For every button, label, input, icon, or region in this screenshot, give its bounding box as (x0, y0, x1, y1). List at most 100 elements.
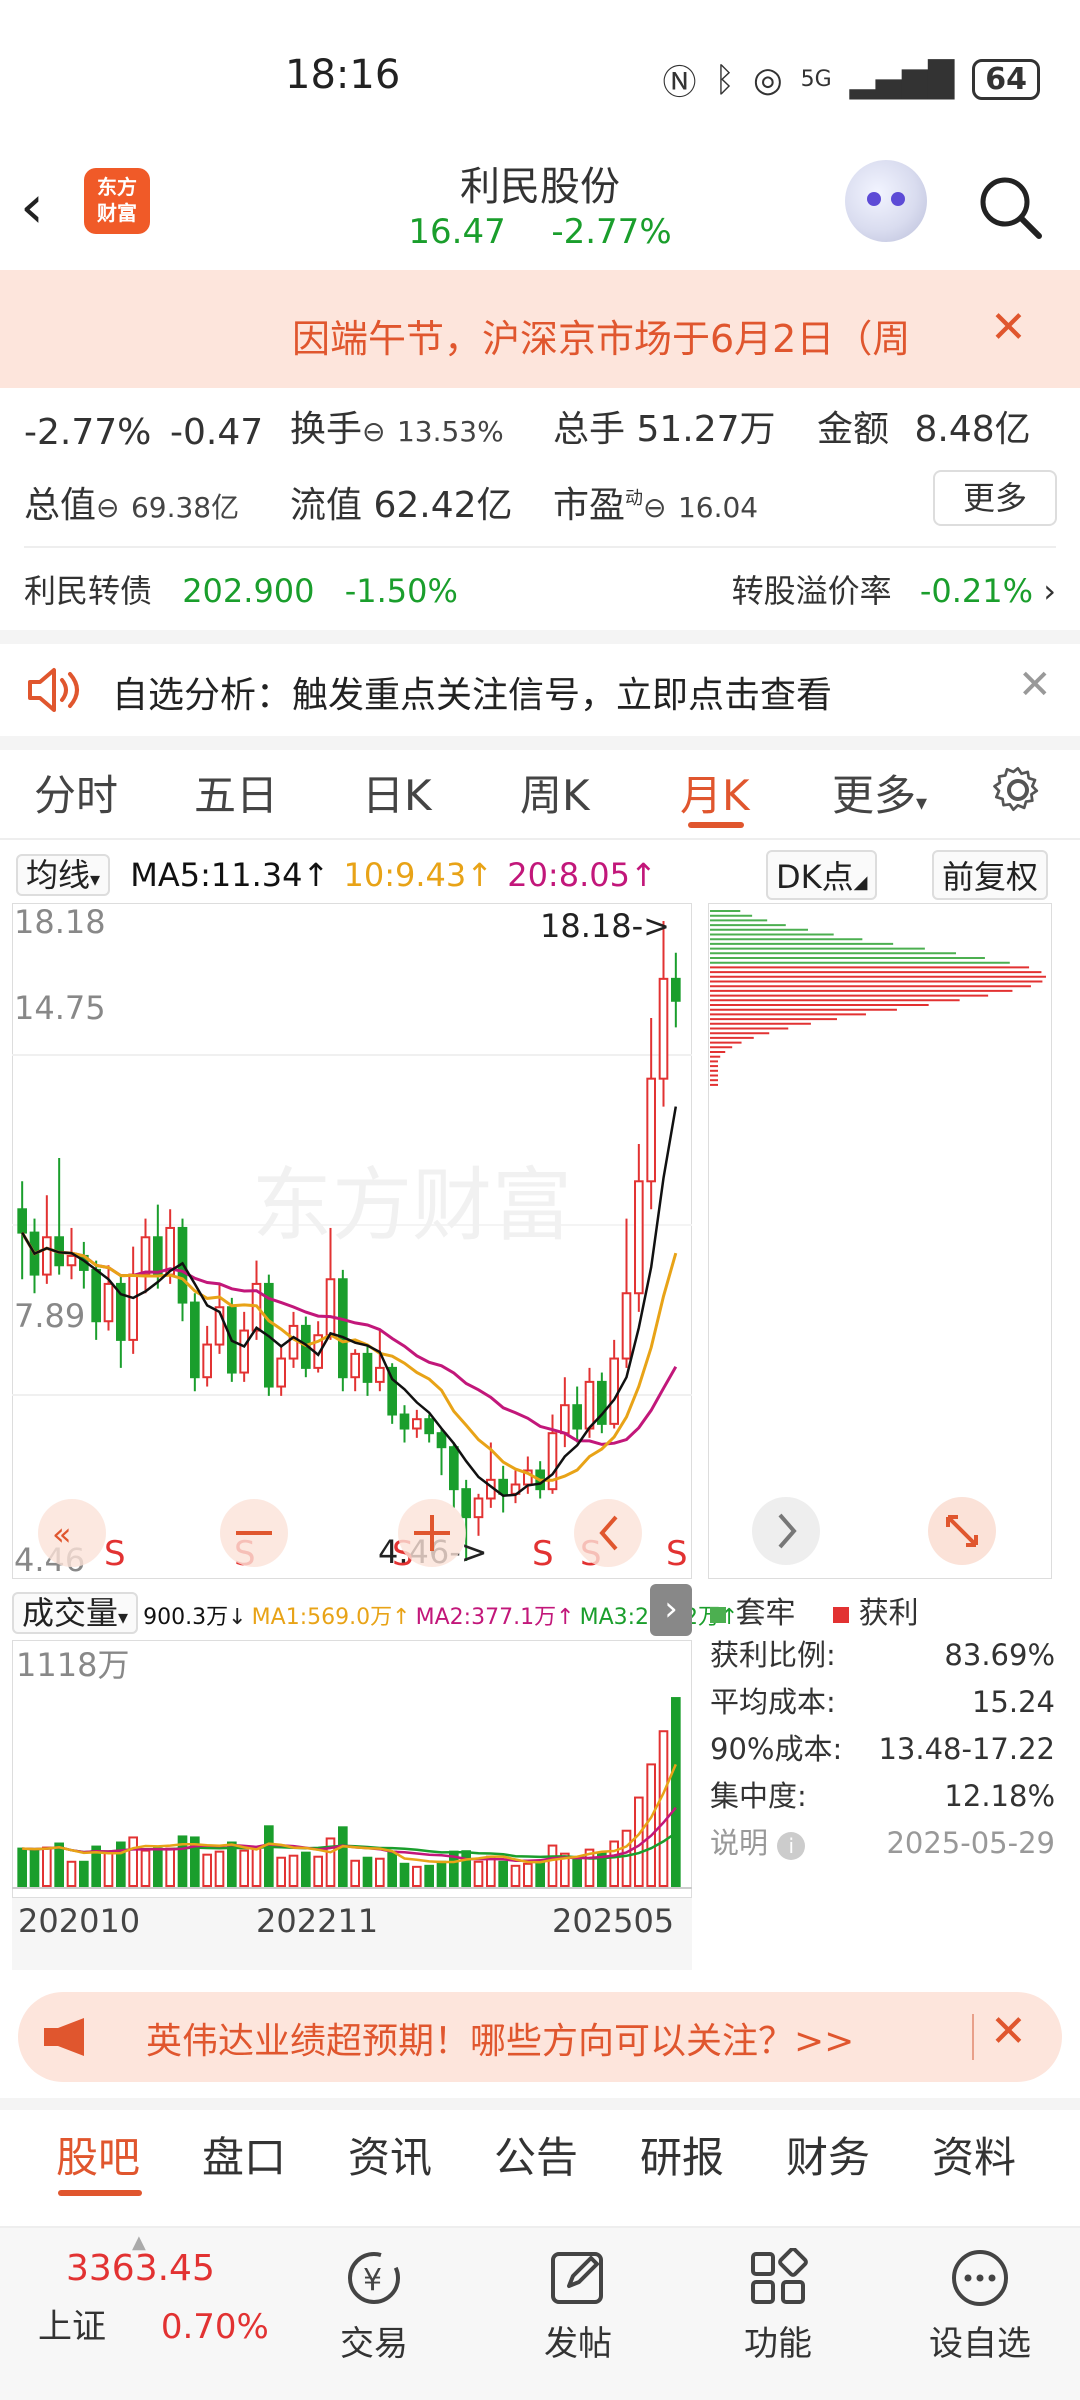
candle (362, 1352, 373, 1383)
volume-bar (362, 1856, 373, 1888)
active-tab-indicator (688, 822, 744, 828)
chevron-right-icon: › (1043, 572, 1056, 610)
scroll-right-button[interactable] (574, 1499, 642, 1567)
tab-news[interactable]: 资讯 (348, 2124, 432, 2185)
candle (436, 1432, 447, 1449)
speaker-icon (28, 668, 79, 712)
explain-link[interactable]: 说明 i (710, 1820, 806, 1867)
total-volume: 总手 51.27万 (553, 409, 776, 450)
promo-banner[interactable]: 英伟达业绩超预期！哪些方向可以关注？>> ✕ (18, 1992, 1062, 2082)
volume-bar (313, 1855, 323, 1888)
more-quote-button[interactable]: 更多 (933, 470, 1057, 526)
candle (498, 1478, 508, 1495)
amount: 金额 8.48亿 (817, 409, 1031, 450)
volume-bar (17, 1847, 27, 1887)
divider (972, 2014, 974, 2060)
kline-chart[interactable]: 东方财富 18.18 14.75 7.89 4.46 18.18-> 4.46-… (12, 903, 692, 1579)
close-icon[interactable]: ✕ (990, 302, 1027, 353)
caret-down-icon: ▾ (90, 867, 101, 891)
candle (128, 1273, 138, 1341)
close-icon[interactable]: ✕ (990, 2006, 1027, 2057)
ma20-value: 20:8.05 (507, 856, 630, 894)
profit-ratio: 获利比例: 83.69% (710, 1638, 1055, 1672)
volume-bar (66, 1860, 77, 1888)
volume-bar (671, 1697, 681, 1887)
holiday-notice-bar[interactable]: 因端午节，沪深京市场于6月2日（周 ✕ (0, 270, 1080, 388)
header-change-pct: -2.77% (551, 212, 672, 252)
tab-more[interactable]: 更多▾ (832, 762, 927, 823)
settings-gear-icon[interactable] (990, 762, 1046, 818)
volume-bar (399, 1862, 410, 1887)
watchlist-alert-row[interactable]: 自选分析：触发重点关注信号，立即点击查看 ✕ (0, 644, 1080, 736)
tab-order-book[interactable]: 盘口 (202, 2124, 286, 2185)
bluetooth-icon: ᛒ (714, 59, 735, 100)
megaphone-icon (44, 2018, 84, 2056)
volume-bar (79, 1860, 89, 1888)
candle (449, 1446, 459, 1491)
tab-intraday[interactable]: 分时 (34, 762, 118, 823)
status-icons: Ⓝ ᛒ ◎ 5G ▂▄▆█ 64 (663, 55, 1040, 104)
x-axis-band: 202010 202211 202505 (12, 1898, 692, 1970)
conversion-premium[interactable]: 转股溢价率 -0.21% › (732, 566, 1056, 612)
x-label: 202010 (18, 1902, 141, 1940)
tab-profile[interactable]: 资料 (932, 2124, 1016, 2185)
volume-bar (646, 1763, 656, 1887)
svg-text:¥: ¥ (363, 2263, 382, 2298)
tab-monthly-k[interactable]: 月K (680, 762, 750, 823)
nav-add-watchlist[interactable]: 设自选 (900, 2238, 1060, 2365)
nav-post[interactable]: 发帖 (498, 2238, 658, 2365)
expand-chip-button[interactable] (752, 1497, 820, 1565)
nav-trade[interactable]: ¥ 交易 (294, 2238, 454, 2365)
total-market-cap: 总值⊖ 69.38亿 (24, 485, 240, 526)
tab-daily-k[interactable]: 日K (362, 762, 432, 823)
tab-announcements[interactable]: 公告 (494, 2124, 578, 2185)
candle (646, 1077, 656, 1183)
volume-selector[interactable]: 成交量▾ (12, 1592, 139, 1634)
scroll-left-button[interactable] (38, 1499, 106, 1567)
candle (634, 1180, 644, 1295)
bottom-navigation: ▲ 3363.45 上证 0.70% ¥ 交易 发帖 功能 设自选 (0, 2226, 1080, 2400)
tab-five-day[interactable]: 五日 (194, 762, 278, 823)
assistant-avatar[interactable] (845, 160, 927, 242)
index-change: 0.70% (160, 2307, 269, 2347)
section-separator (0, 736, 1080, 750)
candle (461, 1488, 471, 1519)
avg-cost: 平均成本: 15.24 (710, 1685, 1055, 1719)
volume-bar (214, 1850, 225, 1887)
index-ticker[interactable]: 3363.45 上证 0.70% (30, 2248, 280, 2348)
status-bar: 18:16 Ⓝ ᛒ ◎ 5G ▂▄▆█ 64 (0, 0, 1080, 150)
volume-bar (140, 1849, 151, 1888)
collapse-panel-button[interactable]: › (650, 1584, 692, 1636)
info-icon: ⊖ (643, 491, 667, 524)
nav-functions[interactable]: 功能 (698, 2238, 858, 2365)
dk-point-selector[interactable]: DK点◢ (766, 850, 878, 900)
search-icon[interactable] (975, 172, 1045, 242)
ma5-value: MA5:11.34 (130, 856, 303, 894)
sell-signal: S (104, 1534, 126, 1574)
tab-financials[interactable]: 财务 (786, 2124, 870, 2185)
y-tick: 14.75 (14, 989, 106, 1027)
volume-bar (498, 1860, 508, 1888)
hotspot-icon: ◎ (752, 59, 783, 100)
candle (288, 1324, 299, 1360)
volume-bar (165, 1847, 175, 1887)
chip-legend: 套牢 获利 (710, 1588, 1055, 1632)
convertible-bond-row[interactable]: 利民转债 202.900 -1.50% (24, 566, 458, 612)
ma-selector[interactable]: 均线▾ (16, 854, 111, 896)
candle (560, 1404, 570, 1435)
battery-indicator: 64 (972, 59, 1040, 100)
tab-weekly-k[interactable]: 周K (520, 762, 590, 823)
pe-ratio: 市盈动⊖ 16.04 (553, 485, 759, 526)
watermark: 东方财富 (252, 1159, 572, 1252)
sell-signal: S (666, 1534, 688, 1574)
tab-guba[interactable]: 股吧 (56, 2124, 140, 2185)
volume-indicator-row: 成交量▾ 900.3万↓ MA1:569.0万↑ MA2:377.1万↑ MA3… (12, 1588, 738, 1634)
candle (153, 1236, 163, 1276)
adjust-mode-selector[interactable]: 前复权 (932, 850, 1049, 900)
chip-distribution-chart[interactable] (708, 903, 1052, 1579)
close-icon[interactable]: ✕ (1018, 662, 1052, 708)
candle (375, 1366, 385, 1383)
tab-research[interactable]: 研报 (640, 2124, 724, 2185)
volume-chart[interactable]: 1118万 (12, 1640, 692, 1898)
volume-bar (29, 1848, 40, 1888)
